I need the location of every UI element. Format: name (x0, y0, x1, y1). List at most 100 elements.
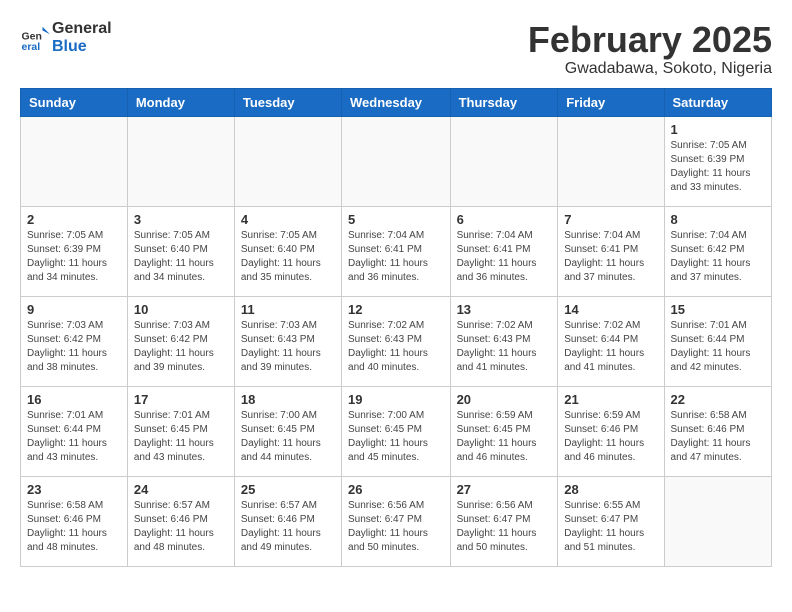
calendar-cell: 3Sunrise: 7:05 AM Sunset: 6:40 PM Daylig… (127, 206, 234, 296)
day-info: Sunrise: 7:01 AM Sunset: 6:44 PM Dayligh… (671, 319, 765, 375)
calendar-cell (21, 116, 128, 206)
day-info: Sunrise: 6:55 AM Sunset: 6:47 PM Dayligh… (564, 499, 657, 555)
calendar-cell: 8 Sunrise: 7:04 AM Sunset: 6:42 PM Daylig… (664, 206, 771, 296)
day-number: 25 (241, 482, 335, 497)
day-number: 11 (241, 302, 335, 317)
calendar-cell: 25 Sunrise: 6:57 AM Sunset: 6:46 PM Dayli… (234, 476, 341, 566)
column-header-thursday: Thursday (450, 88, 558, 116)
calendar-cell: 18 Sunrise: 7:00 AM Sunset: 6:45 PM Dayli… (234, 386, 341, 476)
calendar-cell: 16Sunrise: 7:01 AM Sunset: 6:44 PM Dayli… (21, 386, 128, 476)
day-number: 12 (348, 302, 444, 317)
day-number: 17 (134, 392, 228, 407)
day-info: Sunrise: 6:57 AM Sunset: 6:46 PM Dayligh… (241, 499, 335, 555)
calendar-cell: 11 Sunrise: 7:03 AM Sunset: 6:43 PM Dayli… (234, 296, 341, 386)
calendar-cell (664, 476, 771, 566)
day-number: 19 (348, 392, 444, 407)
day-info: Sunrise: 7:02 AM Sunset: 6:43 PM Dayligh… (348, 319, 444, 375)
calendar-cell: 23 Sunrise: 6:58 AM Sunset: 6:46 PM Dayli… (21, 476, 128, 566)
day-info: Sunrise: 7:03 AM Sunset: 6:42 PM Dayligh… (27, 319, 121, 375)
calendar-cell: 2 Sunrise: 7:05 AM Sunset: 6:39 PM Daylig… (21, 206, 128, 296)
header: Gen eral General Blue February 2025 Gwad… (20, 20, 772, 78)
day-number: 5 (348, 212, 444, 227)
calendar-cell (342, 116, 451, 206)
calendar-cell: 17 Sunrise: 7:01 AM Sunset: 6:45 PM Dayli… (127, 386, 234, 476)
calendar-cell: 28 Sunrise: 6:55 AM Sunset: 6:47 PM Dayli… (558, 476, 664, 566)
day-info: Sunrise: 6:58 AM Sunset: 6:46 PM Dayligh… (671, 409, 765, 465)
calendar-cell: 26 Sunrise: 6:56 AM Sunset: 6:47 PM Dayli… (342, 476, 451, 566)
calendar-cell: 4Sunrise: 7:05 AM Sunset: 6:40 PM Daylig… (234, 206, 341, 296)
calendar-cell: 9 Sunrise: 7:03 AM Sunset: 6:42 PM Daylig… (21, 296, 128, 386)
logo-text: General Blue (52, 20, 112, 56)
day-number: 6 (457, 212, 552, 227)
calendar-cell: 14Sunrise: 7:02 AM Sunset: 6:44 PM Dayli… (558, 296, 664, 386)
column-header-sunday: Sunday (21, 88, 128, 116)
day-number: 28 (564, 482, 657, 497)
calendar-cell (234, 116, 341, 206)
day-info: Sunrise: 7:03 AM Sunset: 6:42 PM Dayligh… (134, 319, 228, 375)
day-number: 15 (671, 302, 765, 317)
calendar-week-row: 1 Sunrise: 7:05 AM Sunset: 6:39 PM Daylig… (21, 116, 772, 206)
day-number: 20 (457, 392, 552, 407)
calendar-table: SundayMondayTuesdayWednesdayThursdayFrid… (20, 88, 772, 567)
calendar-cell: 20 Sunrise: 6:59 AM Sunset: 6:45 PM Dayli… (450, 386, 558, 476)
day-info: Sunrise: 7:05 AM Sunset: 6:39 PM Dayligh… (671, 139, 765, 195)
calendar-cell: 7Sunrise: 7:04 AM Sunset: 6:41 PM Daylig… (558, 206, 664, 296)
day-number: 21 (564, 392, 657, 407)
day-info: Sunrise: 6:59 AM Sunset: 6:45 PM Dayligh… (457, 409, 552, 465)
location-title: Gwadabawa, Sokoto, Nigeria (528, 60, 772, 78)
day-info: Sunrise: 7:05 AM Sunset: 6:40 PM Dayligh… (241, 229, 335, 285)
calendar-header-row: SundayMondayTuesdayWednesdayThursdayFrid… (21, 88, 772, 116)
day-info: Sunrise: 7:04 AM Sunset: 6:41 PM Dayligh… (348, 229, 444, 285)
calendar-cell: 5 Sunrise: 7:04 AM Sunset: 6:41 PM Daylig… (342, 206, 451, 296)
calendar-cell (450, 116, 558, 206)
day-info: Sunrise: 7:00 AM Sunset: 6:45 PM Dayligh… (241, 409, 335, 465)
day-number: 2 (27, 212, 121, 227)
calendar-week-row: 16Sunrise: 7:01 AM Sunset: 6:44 PM Dayli… (21, 386, 772, 476)
day-info: Sunrise: 6:59 AM Sunset: 6:46 PM Dayligh… (564, 409, 657, 465)
calendar-cell: 27Sunrise: 6:56 AM Sunset: 6:47 PM Dayli… (450, 476, 558, 566)
calendar-cell (558, 116, 664, 206)
day-info: Sunrise: 6:57 AM Sunset: 6:46 PM Dayligh… (134, 499, 228, 555)
day-info: Sunrise: 7:03 AM Sunset: 6:43 PM Dayligh… (241, 319, 335, 375)
logo: Gen eral General Blue (20, 20, 112, 56)
calendar-week-row: 9 Sunrise: 7:03 AM Sunset: 6:42 PM Daylig… (21, 296, 772, 386)
calendar-week-row: 23 Sunrise: 6:58 AM Sunset: 6:46 PM Dayli… (21, 476, 772, 566)
day-number: 1 (671, 122, 765, 137)
column-header-monday: Monday (127, 88, 234, 116)
day-info: Sunrise: 7:05 AM Sunset: 6:39 PM Dayligh… (27, 229, 121, 285)
day-info: Sunrise: 7:04 AM Sunset: 6:42 PM Dayligh… (671, 229, 765, 285)
day-number: 3 (134, 212, 228, 227)
title-area: February 2025 Gwadabawa, Sokoto, Nigeria (528, 20, 772, 78)
day-info: Sunrise: 6:58 AM Sunset: 6:46 PM Dayligh… (27, 499, 121, 555)
day-number: 14 (564, 302, 657, 317)
day-number: 16 (27, 392, 121, 407)
day-info: Sunrise: 7:01 AM Sunset: 6:45 PM Dayligh… (134, 409, 228, 465)
day-info: Sunrise: 7:04 AM Sunset: 6:41 PM Dayligh… (564, 229, 657, 285)
calendar-cell: 12 Sunrise: 7:02 AM Sunset: 6:43 PM Dayli… (342, 296, 451, 386)
column-header-saturday: Saturday (664, 88, 771, 116)
calendar-cell: 22Sunrise: 6:58 AM Sunset: 6:46 PM Dayli… (664, 386, 771, 476)
calendar-cell: 13 Sunrise: 7:02 AM Sunset: 6:43 PM Dayli… (450, 296, 558, 386)
day-number: 24 (134, 482, 228, 497)
day-number: 8 (671, 212, 765, 227)
column-header-tuesday: Tuesday (234, 88, 341, 116)
day-info: Sunrise: 7:00 AM Sunset: 6:45 PM Dayligh… (348, 409, 444, 465)
calendar-cell: 24 Sunrise: 6:57 AM Sunset: 6:46 PM Dayli… (127, 476, 234, 566)
day-number: 18 (241, 392, 335, 407)
day-number: 10 (134, 302, 228, 317)
calendar-cell: 1 Sunrise: 7:05 AM Sunset: 6:39 PM Daylig… (664, 116, 771, 206)
day-number: 13 (457, 302, 552, 317)
day-number: 23 (27, 482, 121, 497)
calendar-cell: 21 Sunrise: 6:59 AM Sunset: 6:46 PM Dayli… (558, 386, 664, 476)
month-title: February 2025 (528, 20, 772, 60)
day-info: Sunrise: 7:02 AM Sunset: 6:43 PM Dayligh… (457, 319, 552, 375)
column-header-friday: Friday (558, 88, 664, 116)
calendar-cell: 19 Sunrise: 7:00 AM Sunset: 6:45 PM Dayli… (342, 386, 451, 476)
day-number: 9 (27, 302, 121, 317)
column-header-wednesday: Wednesday (342, 88, 451, 116)
day-number: 26 (348, 482, 444, 497)
day-number: 27 (457, 482, 552, 497)
day-info: Sunrise: 6:56 AM Sunset: 6:47 PM Dayligh… (348, 499, 444, 555)
calendar-cell: 6Sunrise: 7:04 AM Sunset: 6:41 PM Daylig… (450, 206, 558, 296)
calendar-cell: 10 Sunrise: 7:03 AM Sunset: 6:42 PM Dayli… (127, 296, 234, 386)
